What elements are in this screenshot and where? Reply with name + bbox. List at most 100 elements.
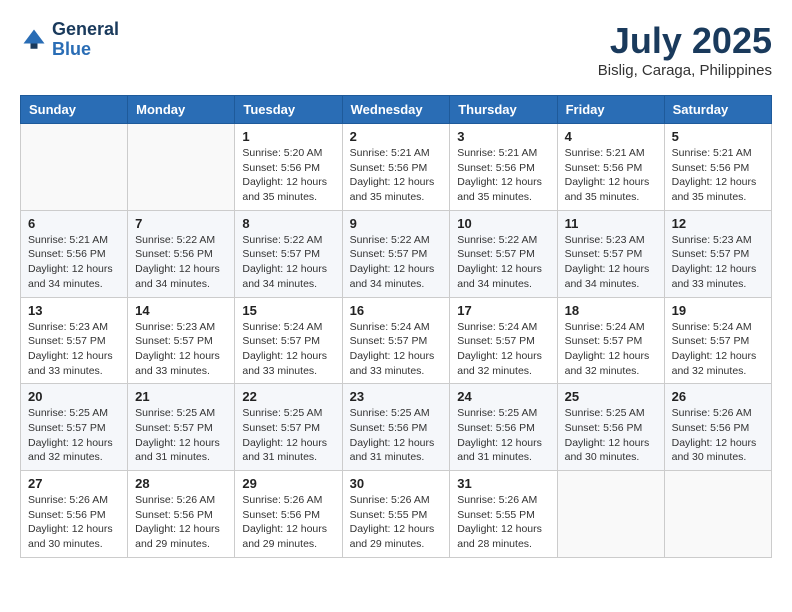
calendar-cell: 10 Sunrise: 5:22 AMSunset: 5:57 PMDayligh… <box>450 210 557 297</box>
day-number: 30 <box>350 476 443 491</box>
calendar-week-row: 1 Sunrise: 5:20 AMSunset: 5:56 PMDaylight… <box>21 124 772 211</box>
calendar-cell: 23Sunrise: 5:25 AMSunset: 5:56 PMDayligh… <box>342 384 450 471</box>
calendar-cell: 21 Sunrise: 5:25 AMSunset: 5:57 PMDayligh… <box>128 384 235 471</box>
cell-info: Sunrise: 5:26 AMSunset: 5:55 PMDaylight:… <box>457 493 549 552</box>
cell-info: Sunrise: 5:24 AMSunset: 5:57 PMDaylight:… <box>672 320 764 379</box>
calendar-cell <box>128 124 235 211</box>
calendar-cell: 4Sunrise: 5:21 AMSunset: 5:56 PMDaylight… <box>557 124 664 211</box>
calendar-cell: 26 Sunrise: 5:26 AMSunset: 5:56 PMDayligh… <box>664 384 771 471</box>
calendar-cell: 17 Sunrise: 5:24 AMSunset: 5:57 PMDayligh… <box>450 297 557 384</box>
calendar-cell: 14 Sunrise: 5:23 AMSunset: 5:57 PMDayligh… <box>128 297 235 384</box>
calendar-week-row: 13 Sunrise: 5:23 AMSunset: 5:57 PMDayligh… <box>21 297 772 384</box>
cell-info: Sunrise: 5:26 AMSunset: 5:56 PMDaylight:… <box>135 493 227 552</box>
calendar-week-row: 20 Sunrise: 5:25 AMSunset: 5:57 PMDayligh… <box>21 384 772 471</box>
month-year: July 2025 <box>598 20 772 62</box>
cell-info: Sunrise: 5:24 AMSunset: 5:57 PMDaylight:… <box>457 320 549 379</box>
day-number: 27 <box>28 476 120 491</box>
cell-info: Sunrise: 5:24 AMSunset: 5:57 PMDaylight:… <box>242 320 334 379</box>
cell-info: Sunrise: 5:21 AMSunset: 5:56 PMDaylight:… <box>457 146 549 205</box>
calendar-cell: 31 Sunrise: 5:26 AMSunset: 5:55 PMDayligh… <box>450 471 557 558</box>
calendar-cell: 29Sunrise: 5:26 AMSunset: 5:56 PMDayligh… <box>235 471 342 558</box>
day-number: 10 <box>457 216 549 231</box>
calendar-cell: 3Sunrise: 5:21 AMSunset: 5:56 PMDaylight… <box>450 124 557 211</box>
cell-info: Sunrise: 5:22 AMSunset: 5:56 PMDaylight:… <box>135 233 227 292</box>
cell-info: Sunrise: 5:25 AMSunset: 5:57 PMDaylight:… <box>242 406 334 465</box>
cell-info: Sunrise: 5:23 AMSunset: 5:57 PMDaylight:… <box>565 233 657 292</box>
cell-info: Sunrise: 5:20 AMSunset: 5:56 PMDaylight:… <box>242 146 334 205</box>
cell-info: Sunrise: 5:25 AMSunset: 5:57 PMDaylight:… <box>28 406 120 465</box>
cell-info: Sunrise: 5:23 AMSunset: 5:57 PMDaylight:… <box>135 320 227 379</box>
day-number: 7 <box>135 216 227 231</box>
day-number: 13 <box>28 303 120 318</box>
weekday-header: Monday <box>128 96 235 124</box>
calendar-cell: 27 Sunrise: 5:26 AMSunset: 5:56 PMDayligh… <box>21 471 128 558</box>
calendar-header-row: SundayMondayTuesdayWednesdayThursdayFrid… <box>21 96 772 124</box>
day-number: 16 <box>350 303 443 318</box>
cell-info: Sunrise: 5:22 AMSunset: 5:57 PMDaylight:… <box>457 233 549 292</box>
day-number: 4 <box>565 129 657 144</box>
calendar-cell: 8 Sunrise: 5:22 AMSunset: 5:57 PMDaylight… <box>235 210 342 297</box>
day-number: 12 <box>672 216 764 231</box>
calendar-cell <box>664 471 771 558</box>
calendar-cell <box>21 124 128 211</box>
day-number: 24 <box>457 389 549 404</box>
day-number: 28 <box>135 476 227 491</box>
cell-info: Sunrise: 5:24 AMSunset: 5:57 PMDaylight:… <box>350 320 443 379</box>
day-number: 29 <box>242 476 334 491</box>
cell-info: Sunrise: 5:26 AMSunset: 5:55 PMDaylight:… <box>350 493 443 552</box>
weekday-header: Friday <box>557 96 664 124</box>
day-number: 17 <box>457 303 549 318</box>
cell-info: Sunrise: 5:22 AMSunset: 5:57 PMDaylight:… <box>350 233 443 292</box>
cell-info: Sunrise: 5:26 AMSunset: 5:56 PMDaylight:… <box>672 406 764 465</box>
calendar-week-row: 6 Sunrise: 5:21 AMSunset: 5:56 PMDaylight… <box>21 210 772 297</box>
calendar-cell: 12 Sunrise: 5:23 AMSunset: 5:57 PMDayligh… <box>664 210 771 297</box>
calendar-cell: 11 Sunrise: 5:23 AMSunset: 5:57 PMDayligh… <box>557 210 664 297</box>
calendar-cell: 19Sunrise: 5:24 AMSunset: 5:57 PMDayligh… <box>664 297 771 384</box>
cell-info: Sunrise: 5:23 AMSunset: 5:57 PMDaylight:… <box>28 320 120 379</box>
logo-icon <box>20 26 48 54</box>
weekday-header: Thursday <box>450 96 557 124</box>
calendar-cell: 6 Sunrise: 5:21 AMSunset: 5:56 PMDaylight… <box>21 210 128 297</box>
calendar-cell: 16 Sunrise: 5:24 AMSunset: 5:57 PMDayligh… <box>342 297 450 384</box>
calendar-table: SundayMondayTuesdayWednesdayThursdayFrid… <box>20 95 772 558</box>
calendar-cell: 22 Sunrise: 5:25 AMSunset: 5:57 PMDayligh… <box>235 384 342 471</box>
cell-info: Sunrise: 5:22 AMSunset: 5:57 PMDaylight:… <box>242 233 334 292</box>
calendar-cell: 5Sunrise: 5:21 AMSunset: 5:56 PMDaylight… <box>664 124 771 211</box>
cell-info: Sunrise: 5:21 AMSunset: 5:56 PMDaylight:… <box>672 146 764 205</box>
calendar-cell: 1 Sunrise: 5:20 AMSunset: 5:56 PMDaylight… <box>235 124 342 211</box>
calendar-cell: 30 Sunrise: 5:26 AMSunset: 5:55 PMDayligh… <box>342 471 450 558</box>
cell-info: Sunrise: 5:25 AMSunset: 5:56 PMDaylight:… <box>565 406 657 465</box>
calendar-cell <box>557 471 664 558</box>
cell-info: Sunrise: 5:25 AMSunset: 5:56 PMDaylight:… <box>350 406 443 465</box>
day-number: 14 <box>135 303 227 318</box>
day-number: 20 <box>28 389 120 404</box>
day-number: 18 <box>565 303 657 318</box>
calendar-cell: 20 Sunrise: 5:25 AMSunset: 5:57 PMDayligh… <box>21 384 128 471</box>
day-number: 2 <box>350 129 443 144</box>
cell-info: Sunrise: 5:21 AMSunset: 5:56 PMDaylight:… <box>28 233 120 292</box>
day-number: 8 <box>242 216 334 231</box>
day-number: 6 <box>28 216 120 231</box>
calendar-cell: 7 Sunrise: 5:22 AMSunset: 5:56 PMDaylight… <box>128 210 235 297</box>
cell-info: Sunrise: 5:26 AMSunset: 5:56 PMDaylight:… <box>28 493 120 552</box>
calendar-cell: 18Sunrise: 5:24 AMSunset: 5:57 PMDayligh… <box>557 297 664 384</box>
day-number: 21 <box>135 389 227 404</box>
calendar-week-row: 27 Sunrise: 5:26 AMSunset: 5:56 PMDayligh… <box>21 471 772 558</box>
day-number: 26 <box>672 389 764 404</box>
cell-info: Sunrise: 5:23 AMSunset: 5:57 PMDaylight:… <box>672 233 764 292</box>
day-number: 22 <box>242 389 334 404</box>
calendar-cell: 28 Sunrise: 5:26 AMSunset: 5:56 PMDayligh… <box>128 471 235 558</box>
cell-info: Sunrise: 5:25 AMSunset: 5:56 PMDaylight:… <box>457 406 549 465</box>
calendar-cell: 2 Sunrise: 5:21 AMSunset: 5:56 PMDaylight… <box>342 124 450 211</box>
day-number: 1 <box>242 129 334 144</box>
weekday-header: Saturday <box>664 96 771 124</box>
title-block: July 2025 Bislig, Caraga, Philippines <box>598 20 772 79</box>
calendar-cell: 24 Sunrise: 5:25 AMSunset: 5:56 PMDayligh… <box>450 384 557 471</box>
cell-info: Sunrise: 5:21 AMSunset: 5:56 PMDaylight:… <box>350 146 443 205</box>
day-number: 11 <box>565 216 657 231</box>
day-number: 25 <box>565 389 657 404</box>
day-number: 31 <box>457 476 549 491</box>
cell-info: Sunrise: 5:25 AMSunset: 5:57 PMDaylight:… <box>135 406 227 465</box>
weekday-header: Tuesday <box>235 96 342 124</box>
calendar-cell: 25 Sunrise: 5:25 AMSunset: 5:56 PMDayligh… <box>557 384 664 471</box>
